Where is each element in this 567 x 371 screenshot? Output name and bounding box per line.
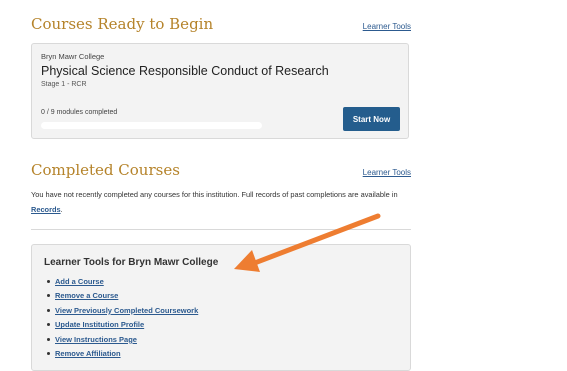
course-card: Bryn Mawr College Physical Science Respo… [31, 43, 409, 139]
completed-message-text: You have not recently completed any cour… [31, 190, 398, 199]
bullet-icon [47, 337, 50, 341]
course-institution: Bryn Mawr College [41, 52, 105, 61]
list-item: Update Institution Profile [44, 318, 398, 333]
remove-affiliation-link[interactable]: Remove Affiliation [55, 349, 121, 358]
learner-tools-link-bottom[interactable]: Learner Tools [363, 168, 411, 177]
view-completed-coursework-link[interactable]: View Previously Completed Coursework [55, 306, 198, 315]
learner-tools-link-top[interactable]: Learner Tools [363, 22, 411, 31]
bullet-icon [47, 323, 50, 327]
completed-section-title: Completed Courses [31, 161, 180, 179]
list-item: Remove a Course [44, 289, 398, 304]
completed-message-end: . [60, 205, 63, 214]
remove-course-link[interactable]: Remove a Course [55, 291, 118, 300]
list-item: View Instructions Page [44, 332, 398, 347]
bullet-icon [47, 294, 50, 298]
records-link[interactable]: Records [31, 205, 61, 214]
list-item: View Previously Completed Coursework [44, 303, 398, 318]
bullet-icon [47, 308, 50, 312]
annotation-arrow-icon [234, 213, 381, 272]
add-course-link[interactable]: Add a Course [55, 277, 104, 286]
start-now-button[interactable]: Start Now [343, 107, 400, 131]
ready-section-title: Courses Ready to Begin [31, 15, 214, 33]
update-institution-profile-link[interactable]: Update Institution Profile [55, 320, 144, 329]
progress-bar [41, 122, 262, 129]
bullet-icon [47, 279, 50, 283]
list-item: Add a Course [44, 274, 398, 289]
course-title: Physical Science Responsible Conduct of … [41, 64, 329, 78]
view-instructions-link[interactable]: View Instructions Page [55, 335, 137, 344]
list-item: Remove Affiliation [44, 347, 398, 362]
completed-section-header: Completed Courses Learner Tools [31, 161, 411, 179]
ready-section-header: Courses Ready to Begin Learner Tools [31, 15, 411, 33]
learner-tools-list: Add a Course Remove a Course View Previo… [44, 274, 398, 361]
progress-text: 0 / 9 modules completed [41, 109, 118, 116]
bullet-icon [47, 352, 50, 356]
course-stage: Stage 1 - RCR [41, 81, 87, 88]
